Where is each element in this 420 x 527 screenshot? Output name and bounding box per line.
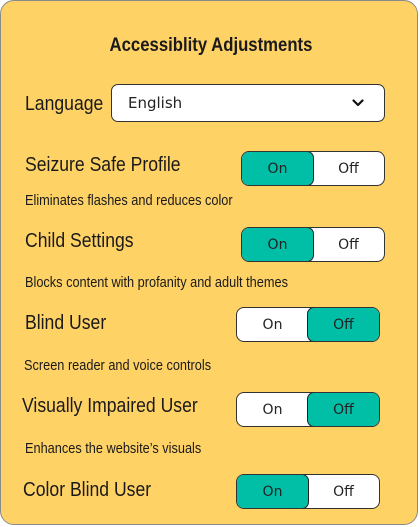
language-select[interactable]: English bbox=[111, 84, 385, 122]
visually-impaired-description: Enhances the website’s visuals bbox=[25, 440, 202, 457]
visually-impaired-label: Visually Impaired User bbox=[22, 395, 198, 417]
visually-impaired-on-option[interactable]: On bbox=[237, 393, 308, 426]
seizure-safe-toggle[interactable]: On Off bbox=[241, 151, 385, 186]
child-settings-toggle[interactable]: On Off bbox=[241, 227, 385, 262]
blind-user-description: Screen reader and voice controls bbox=[24, 357, 212, 374]
seizure-safe-on-option[interactable]: On bbox=[242, 152, 314, 185]
seizure-safe-label: Seizure Safe Profile bbox=[25, 154, 181, 176]
seizure-safe-off-option[interactable]: Off bbox=[313, 152, 384, 185]
visually-impaired-off-option[interactable]: Off bbox=[307, 393, 379, 426]
blind-user-on-option[interactable]: On bbox=[237, 308, 308, 341]
child-settings-description: Blocks content with profanity and adult … bbox=[25, 274, 288, 291]
language-selected-value: English bbox=[128, 94, 183, 112]
blind-user-off-option[interactable]: Off bbox=[307, 308, 379, 341]
panel-title: Accessiblity Adjustments bbox=[109, 35, 313, 56]
accessibility-panel: Accessiblity Adjustments Language Englis… bbox=[0, 0, 418, 525]
blind-user-label: Blind User bbox=[25, 312, 107, 334]
child-settings-on-option[interactable]: On bbox=[242, 228, 314, 261]
seizure-safe-description: Eliminates flashes and reduces color bbox=[25, 192, 233, 209]
chevron-down-icon bbox=[352, 99, 364, 107]
language-label: Language bbox=[25, 93, 104, 115]
child-settings-off-option[interactable]: Off bbox=[313, 228, 384, 261]
color-blind-toggle[interactable]: On Off bbox=[236, 474, 380, 509]
visually-impaired-toggle[interactable]: On Off bbox=[236, 392, 380, 427]
child-settings-label: Child Settings bbox=[25, 230, 134, 252]
color-blind-label: Color Blind User bbox=[23, 479, 152, 501]
color-blind-on-option[interactable]: On bbox=[237, 475, 309, 508]
color-blind-off-option[interactable]: Off bbox=[308, 475, 379, 508]
blind-user-toggle[interactable]: On Off bbox=[236, 307, 380, 342]
